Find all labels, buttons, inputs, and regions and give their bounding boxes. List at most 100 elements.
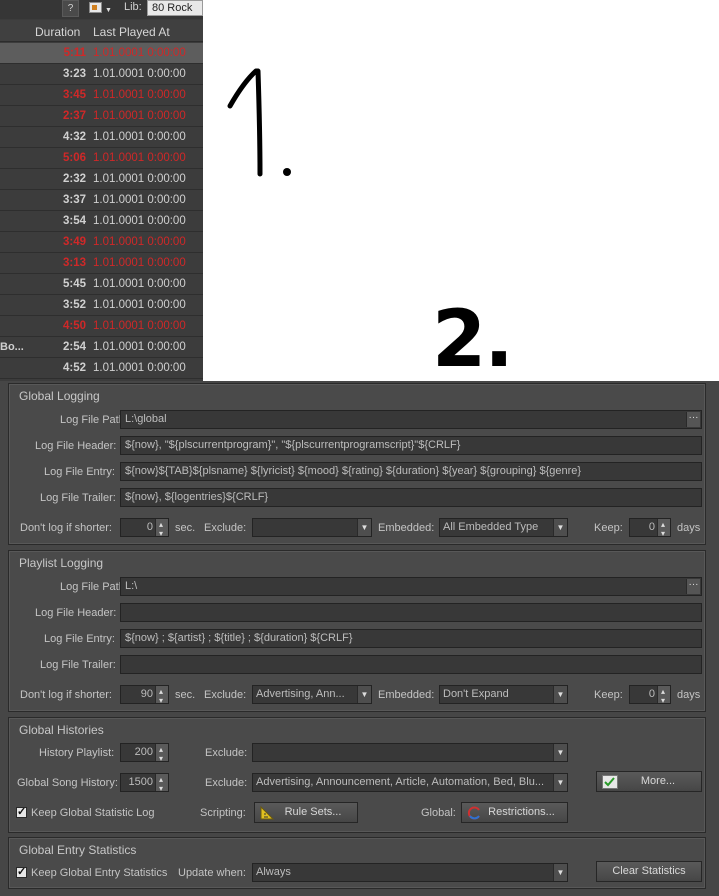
restrictions-button[interactable]: Restrictions... [461,802,568,823]
table-row[interactable]: 4:52 1.01.0001 0:00:00 [0,358,203,379]
rule-sets-button-label: Rule Sets... [284,806,342,818]
log-file-entry-label: Log File Entry: [44,466,115,478]
log-file-header-label: Log File Header: [35,440,117,452]
duration-cell: 3:37 [62,194,86,206]
duration-cell: 4:50 [62,320,86,332]
global-label: Global: [421,807,456,819]
restrictions-button-label: Restrictions... [488,806,555,818]
keep-statistic-log-checkbox[interactable] [16,805,27,818]
keep-stepper[interactable]: 0 [629,683,671,709]
browse-button[interactable]: ··· [686,412,700,427]
last-played-cell: 1.01.0001 0:00:00 [93,215,186,227]
table-row[interactable]: 5:11 1.01.0001 0:00:00 [0,43,203,64]
log-file-trailer-label: Log File Trailer: [40,492,116,504]
embedded-select[interactable]: Don't Expand ▼ [439,685,568,704]
table-row[interactable]: 4:50 1.01.0001 0:00:00 [0,316,203,337]
last-played-cell: 1.01.0001 0:00:00 [93,68,186,80]
table-row[interactable]: 2:37 1.01.0001 0:00:00 [0,106,203,127]
min-length-stepper[interactable]: 90 [120,683,169,709]
table-row[interactable]: 3:37 1.01.0001 0:00:00 [0,190,203,211]
rule-sets-button[interactable]: Rule Sets... [254,802,358,823]
spin-arrows-icon[interactable] [155,516,168,542]
update-when-select[interactable]: Always ▼ [252,863,568,882]
browse-button[interactable]: ··· [686,579,700,594]
duration-cell: 4:32 [62,131,86,143]
spin-arrows-icon[interactable] [155,771,168,797]
keep-stepper[interactable]: 0 [629,516,671,542]
log-file-entry-input[interactable]: ${now}${TAB}${plsname} ${lyricist} ${moo… [120,462,702,481]
song-history-stepper[interactable]: 1500 [120,771,169,797]
help-button[interactable]: ? [62,0,79,17]
duration-cell: 3:54 [62,215,86,227]
log-file-header-input[interactable]: ${now}, "${plscurrentprogram}", "${plscu… [120,436,702,455]
library-panel: ? ▼ Lib: 80 Rock Duration Last Played At… [0,0,203,381]
log-file-entry-input[interactable]: ${now} ; ${artist} ; ${title} ; ${durati… [120,629,702,648]
update-when-value: Always [256,866,291,878]
duration-cell: 3:13 [62,257,86,269]
log-file-path-input[interactable]: L:\global ··· [120,410,702,429]
duration-cell: 3:52 [62,299,86,311]
table-row[interactable]: Bo... 2:54 1.01.0001 0:00:00 [0,337,203,358]
table-row[interactable]: 3:52 1.01.0001 0:00:00 [0,295,203,316]
table-row[interactable]: 5:45 1.01.0001 0:00:00 [0,274,203,295]
update-when-label: Update when: [178,867,246,879]
log-file-header-input[interactable] [120,603,702,622]
duration-cell: 2:37 [62,110,86,122]
table-row[interactable]: 3:23 1.01.0001 0:00:00 [0,64,203,85]
sec-label: sec. [175,522,196,534]
log-file-path-input[interactable]: L:\ ··· [120,577,702,596]
annotation-one [227,68,291,177]
song-history-exclude-select[interactable]: Advertising, Announcement, Article, Auto… [252,773,568,792]
duration-cell: 2:54 [62,341,86,353]
keep-value: 0 [648,521,655,533]
spin-arrows-icon[interactable] [657,516,670,542]
history-exclude-select[interactable]: ▼ [252,743,568,762]
duration-cell: 5:06 [62,152,86,164]
last-played-cell: 1.01.0001 0:00:00 [93,152,186,164]
exclude-label: Exclude: [204,689,247,701]
library-label: Lib: [124,1,142,13]
history-playlist-label: History Playlist: [39,747,115,759]
global-entry-statistics-group: Global Entry Statistics Keep Global Entr… [8,837,706,889]
ruler-icon [260,806,275,820]
library-toolbar: ? ▼ Lib: 80 Rock [0,0,203,19]
log-file-trailer-input[interactable]: ${now}, ${logentries}${CRLF} [120,488,702,507]
table-row[interactable]: 3:49 1.01.0001 0:00:00 [0,232,203,253]
table-row[interactable]: 3:13 1.01.0001 0:00:00 [0,253,203,274]
duration-cell: 3:23 [62,68,86,80]
log-file-trailer-label: Log File Trailer: [40,659,116,671]
exclude-select[interactable]: Advertising, Ann... ▼ [252,685,372,704]
scripting-label: Scripting: [200,807,246,819]
spin-arrows-icon[interactable] [657,683,670,709]
min-length-label: Don't log if shorter: [20,522,112,534]
library-select[interactable]: 80 Rock [147,0,203,16]
min-length-value: 90 [140,688,153,700]
last-played-cell: 1.01.0001 0:00:00 [93,278,186,290]
view-options-button[interactable]: ▼ [86,0,114,17]
min-length-stepper[interactable]: 0 [120,516,169,542]
clear-statistics-button[interactable]: Clear Statistics [596,861,702,882]
playlist-logging-group: Playlist Logging Log File Path: L:\ ··· … [8,550,706,712]
keep-entry-statistics-checkbox[interactable] [16,865,27,878]
table-row[interactable]: 3:45 1.01.0001 0:00:00 [0,85,203,106]
log-file-trailer-input[interactable] [120,655,702,674]
table-row[interactable]: 4:32 1.01.0001 0:00:00 [0,127,203,148]
table-row[interactable]: 3:54 1.01.0001 0:00:00 [0,211,203,232]
more-button[interactable]: More... [596,771,702,792]
table-row[interactable]: 2:32 1.01.0001 0:00:00 [0,169,203,190]
chevron-down-icon: ▼ [357,686,371,703]
column-last-played[interactable]: Last Played At [93,25,170,39]
column-duration[interactable]: Duration [35,25,80,39]
chevron-down-icon: ▼ [553,864,567,881]
last-played-cell: 1.01.0001 0:00:00 [93,299,186,311]
spin-arrows-icon[interactable] [155,683,168,709]
sec-label: sec. [175,689,196,701]
history-playlist-stepper[interactable]: 200 [120,741,169,767]
log-file-path-value: L:\ [125,580,138,592]
exclude-select[interactable]: ▼ [252,518,372,537]
spin-arrows-icon[interactable] [155,741,168,767]
embedded-select[interactable]: All Embedded Type ▼ [439,518,568,537]
duration-cell: 3:49 [62,236,86,248]
embedded-value: All Embedded Type [443,521,539,533]
table-row[interactable]: 5:06 1.01.0001 0:00:00 [0,148,203,169]
